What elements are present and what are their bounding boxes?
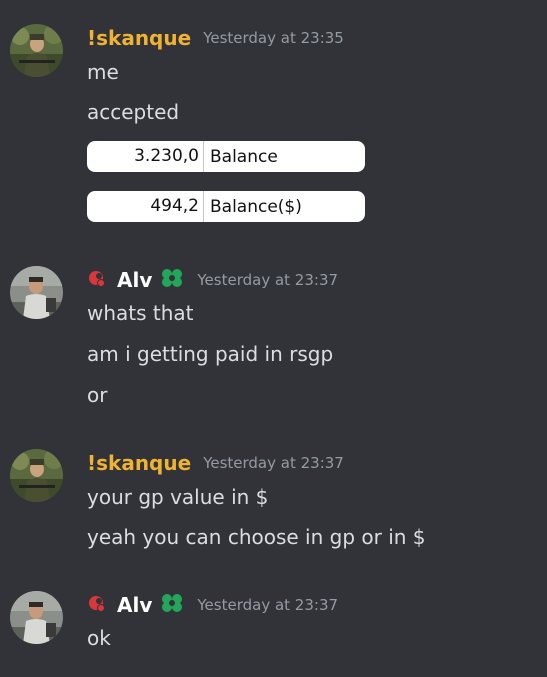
balance-row: 494,2 Balance($): [87, 191, 365, 222]
avatar[interactable]: [10, 449, 63, 502]
message-text: whats that: [87, 301, 194, 325]
username[interactable]: !skanque: [87, 451, 191, 475]
message-header: !skanque Yesterday at 23:35: [87, 25, 344, 51]
timestamp: Yesterday at 23:37: [203, 454, 344, 472]
message-text: yeah you can choose in gp or in $: [87, 525, 426, 549]
message-text: me: [87, 60, 119, 84]
message-header: !skanque Yesterday at 23:37: [87, 450, 344, 476]
message-header: Alv Yesterday at 23:37: [87, 267, 338, 293]
username[interactable]: Alv: [117, 593, 152, 617]
balance-row: 3.230,0 Balance: [87, 141, 365, 172]
avatar[interactable]: [10, 591, 63, 644]
red-badge-icon: [87, 268, 107, 292]
timestamp: Yesterday at 23:37: [197, 271, 339, 289]
message-text: your gp value in $: [87, 485, 269, 509]
username[interactable]: Alv: [117, 268, 152, 292]
balance-value: 3.230,0: [87, 141, 204, 172]
message-text: or: [87, 383, 108, 407]
balance-value: 494,2: [87, 191, 204, 222]
red-badge-icon: [87, 593, 107, 617]
message-text: accepted: [87, 100, 180, 124]
green-clover-icon: [159, 591, 185, 619]
message-text: am i getting paid in rsgp: [87, 342, 334, 366]
avatar[interactable]: [10, 266, 63, 319]
balance-label: Balance: [210, 146, 278, 167]
avatar[interactable]: [10, 24, 63, 77]
green-clover-icon: [159, 266, 185, 294]
timestamp: Yesterday at 23:35: [203, 29, 344, 47]
message-text: ok: [87, 626, 111, 650]
message-header: Alv Yesterday at 23:37: [87, 592, 338, 618]
timestamp: Yesterday at 23:37: [197, 596, 339, 614]
username[interactable]: !skanque: [87, 26, 191, 50]
balance-label: Balance($): [210, 196, 302, 217]
